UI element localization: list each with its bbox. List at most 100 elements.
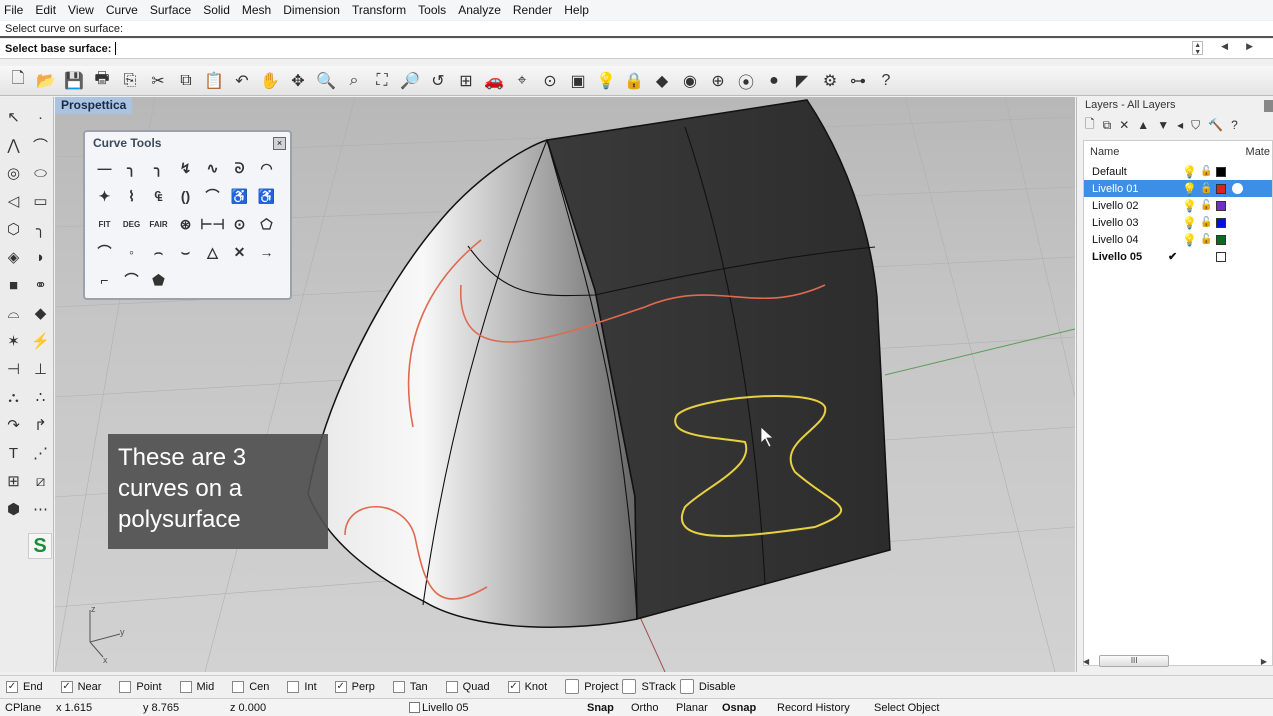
snap-toggle[interactable]: Snap — [587, 702, 614, 714]
curve-tool-3-6-icon[interactable]: → — [253, 238, 280, 266]
osnap-near-checkbox[interactable]: ✓ Near — [60, 680, 101, 693]
osnap-project-checkbox[interactable]: Project — [565, 679, 618, 694]
lock-toggle-icon[interactable]: 🔓 — [1200, 183, 1212, 194]
layer-row[interactable]: Livello 02 💡 🔓 — [1084, 197, 1272, 214]
filter-icon[interactable]: ⛉ — [1191, 118, 1200, 133]
osnap-point-checkbox[interactable]: Point — [119, 680, 162, 693]
osnap-disable-checkbox[interactable]: Disable — [679, 679, 736, 694]
zoom-extents-icon[interactable]: ⛶ — [368, 68, 396, 94]
solid-tools-icon[interactable]: ⬢ — [0, 495, 27, 523]
new-layer-icon[interactable]: 🗋 — [1085, 115, 1095, 136]
ortho-toggle[interactable]: Ortho — [631, 702, 659, 714]
grid-snap-icon[interactable]: ⌖ — [508, 68, 536, 94]
tools-icon[interactable]: 🔨 — [1208, 118, 1223, 132]
layer-row[interactable]: Livello 01 💡 🔓 — [1084, 180, 1272, 197]
osnap-int-checkbox[interactable]: Int — [287, 680, 317, 693]
layer-color-swatch[interactable] — [1216, 166, 1226, 177]
curve-tool-0-0-icon[interactable]: — — [91, 154, 118, 182]
box-icon[interactable]: ■ — [0, 271, 27, 299]
curve-tool-0-3-icon[interactable]: ↯ — [172, 154, 199, 182]
curve-tool-0-5-icon[interactable]: ᘐ — [226, 154, 253, 182]
ellipse-icon[interactable]: ⬭ — [27, 159, 54, 187]
visibility-bulb-icon[interactable]: 💡 — [1182, 233, 1197, 247]
rendered-sphere-icon[interactable]: ● — [760, 68, 788, 94]
four-viewports-icon[interactable]: ⊞ — [452, 68, 480, 94]
layer-icon[interactable]: ◆ — [648, 68, 676, 94]
visibility-bulb-icon[interactable]: 💡 — [1182, 199, 1197, 213]
curve-tool-0-4-icon[interactable]: ∿ — [199, 154, 226, 182]
boolean-icon[interactable]: ⚭ — [27, 271, 54, 299]
checkbox[interactable] — [622, 679, 637, 694]
ungroup-icon[interactable]: ∴ — [27, 383, 54, 411]
surface-loft-icon[interactable]: ◗ — [27, 243, 54, 271]
undo-view-icon[interactable]: ↺ — [424, 68, 452, 94]
column-material[interactable]: Mate — [1246, 146, 1270, 158]
group-icon[interactable]: ⛬ — [0, 383, 27, 411]
curve-tool-4-1-icon[interactable]: ⌒ — [118, 266, 145, 294]
panel-close-icon[interactable] — [1264, 100, 1273, 112]
array-icon[interactable]: ⊞ — [0, 467, 27, 495]
layer-color-swatch[interactable] — [1216, 183, 1226, 194]
transform-icon[interactable]: ↱ — [27, 411, 54, 439]
curve-tool-3-0-icon[interactable]: ⌒ — [91, 238, 118, 266]
explode-icon[interactable]: ✶ — [0, 327, 27, 355]
wireframe-sphere-icon[interactable]: ⊕ — [704, 68, 732, 94]
new-icon[interactable]: 🗋 — [4, 68, 32, 94]
curve-tool-1-4-icon[interactable]: ⌒ — [199, 182, 226, 210]
checkbox[interactable] — [392, 680, 405, 693]
curve-tool-2-0-icon[interactable]: FIT — [91, 210, 118, 238]
surface-corner-icon[interactable]: ◈ — [0, 243, 27, 271]
menu-mesh[interactable]: Mesh — [242, 3, 271, 17]
open-icon[interactable]: 📂 — [32, 68, 60, 94]
checkbox[interactable]: ✓ — [60, 680, 73, 693]
previous-command-icon[interactable]: ◀ — [1221, 41, 1228, 55]
cut-icon[interactable]: ✂ — [144, 68, 172, 94]
curve-tool-4-2-icon[interactable]: ⬟ — [145, 266, 172, 294]
planar-toggle[interactable]: Planar — [676, 702, 708, 714]
lock-icon[interactable]: 🔒 — [620, 68, 648, 94]
curve-tool-3-2-icon[interactable]: ⌢ — [145, 238, 172, 266]
column-name[interactable]: Name — [1090, 146, 1119, 158]
layer-color-swatch[interactable] — [1216, 251, 1226, 262]
curve-tool-1-2-icon[interactable]: ₠ — [145, 182, 172, 210]
osnap-perp-checkbox[interactable]: ✓ Perp — [334, 680, 375, 693]
curve-tool-1-6-icon[interactable]: ♿ — [253, 182, 280, 210]
checkbox[interactable] — [445, 680, 458, 693]
osnap-tan-checkbox[interactable]: Tan — [392, 680, 428, 693]
visibility-bulb-icon[interactable]: 💡 — [1182, 182, 1197, 196]
curve-tool-2-2-icon[interactable]: FAIR — [145, 210, 172, 238]
car-icon[interactable]: 🚗 — [480, 68, 508, 94]
menu-solid[interactable]: Solid — [203, 3, 230, 17]
curve-tool-2-4-icon[interactable]: ⊢⊣ — [199, 210, 226, 238]
split-curve-icon[interactable]: ⊥ — [27, 355, 54, 383]
block-icon[interactable]: ⧄ — [27, 467, 54, 495]
s-plugin-icon[interactable]: S — [28, 533, 52, 559]
zoom-icon[interactable]: 🔍 — [312, 68, 340, 94]
command-line-input[interactable]: Select base surface: — [0, 39, 1273, 59]
print-icon[interactable]: 🖶 — [88, 68, 116, 94]
layer-row[interactable]: Livello 03 💡 🔓 — [1084, 214, 1272, 231]
options-gear-icon[interactable]: ⚙ — [816, 68, 844, 94]
cplane-label[interactable]: CPlane — [5, 702, 41, 714]
hierarchy-icon[interactable]: ⊶ — [844, 68, 872, 94]
lock-toggle-icon[interactable]: 🔓 — [1200, 200, 1212, 211]
menu-analyze[interactable]: Analyze — [458, 3, 501, 17]
help-icon[interactable]: ? — [872, 68, 900, 94]
checkbox[interactable] — [232, 680, 245, 693]
scroll-left-icon[interactable]: ◀ — [1083, 657, 1089, 666]
checkbox[interactable]: ✓ — [507, 680, 520, 693]
osnap-cen-checkbox[interactable]: Cen — [232, 680, 269, 693]
scroll-thumb[interactable]: III — [1099, 655, 1170, 667]
curve-tool-1-5-icon[interactable]: ♿ — [226, 182, 253, 210]
menu-dimension[interactable]: Dimension — [283, 3, 340, 17]
curve-tool-0-2-icon[interactable]: ╮ — [145, 154, 172, 182]
material-icon[interactable] — [1232, 183, 1243, 194]
select-arrow-icon[interactable]: ↖ — [0, 103, 27, 131]
curve-tool-2-6-icon[interactable]: ⬠ — [253, 210, 280, 238]
curve-tool-4-0-icon[interactable]: ⌐ — [91, 266, 118, 294]
curve-tool-3-5-icon[interactable]: ✕ — [226, 238, 253, 266]
copy-icon[interactable]: ⧉ — [172, 68, 200, 94]
zoom-selected-icon[interactable]: 🔎 — [396, 68, 424, 94]
pan-icon[interactable]: ✋ — [256, 68, 284, 94]
curve-tool-3-3-icon[interactable]: ⌣ — [172, 238, 199, 266]
